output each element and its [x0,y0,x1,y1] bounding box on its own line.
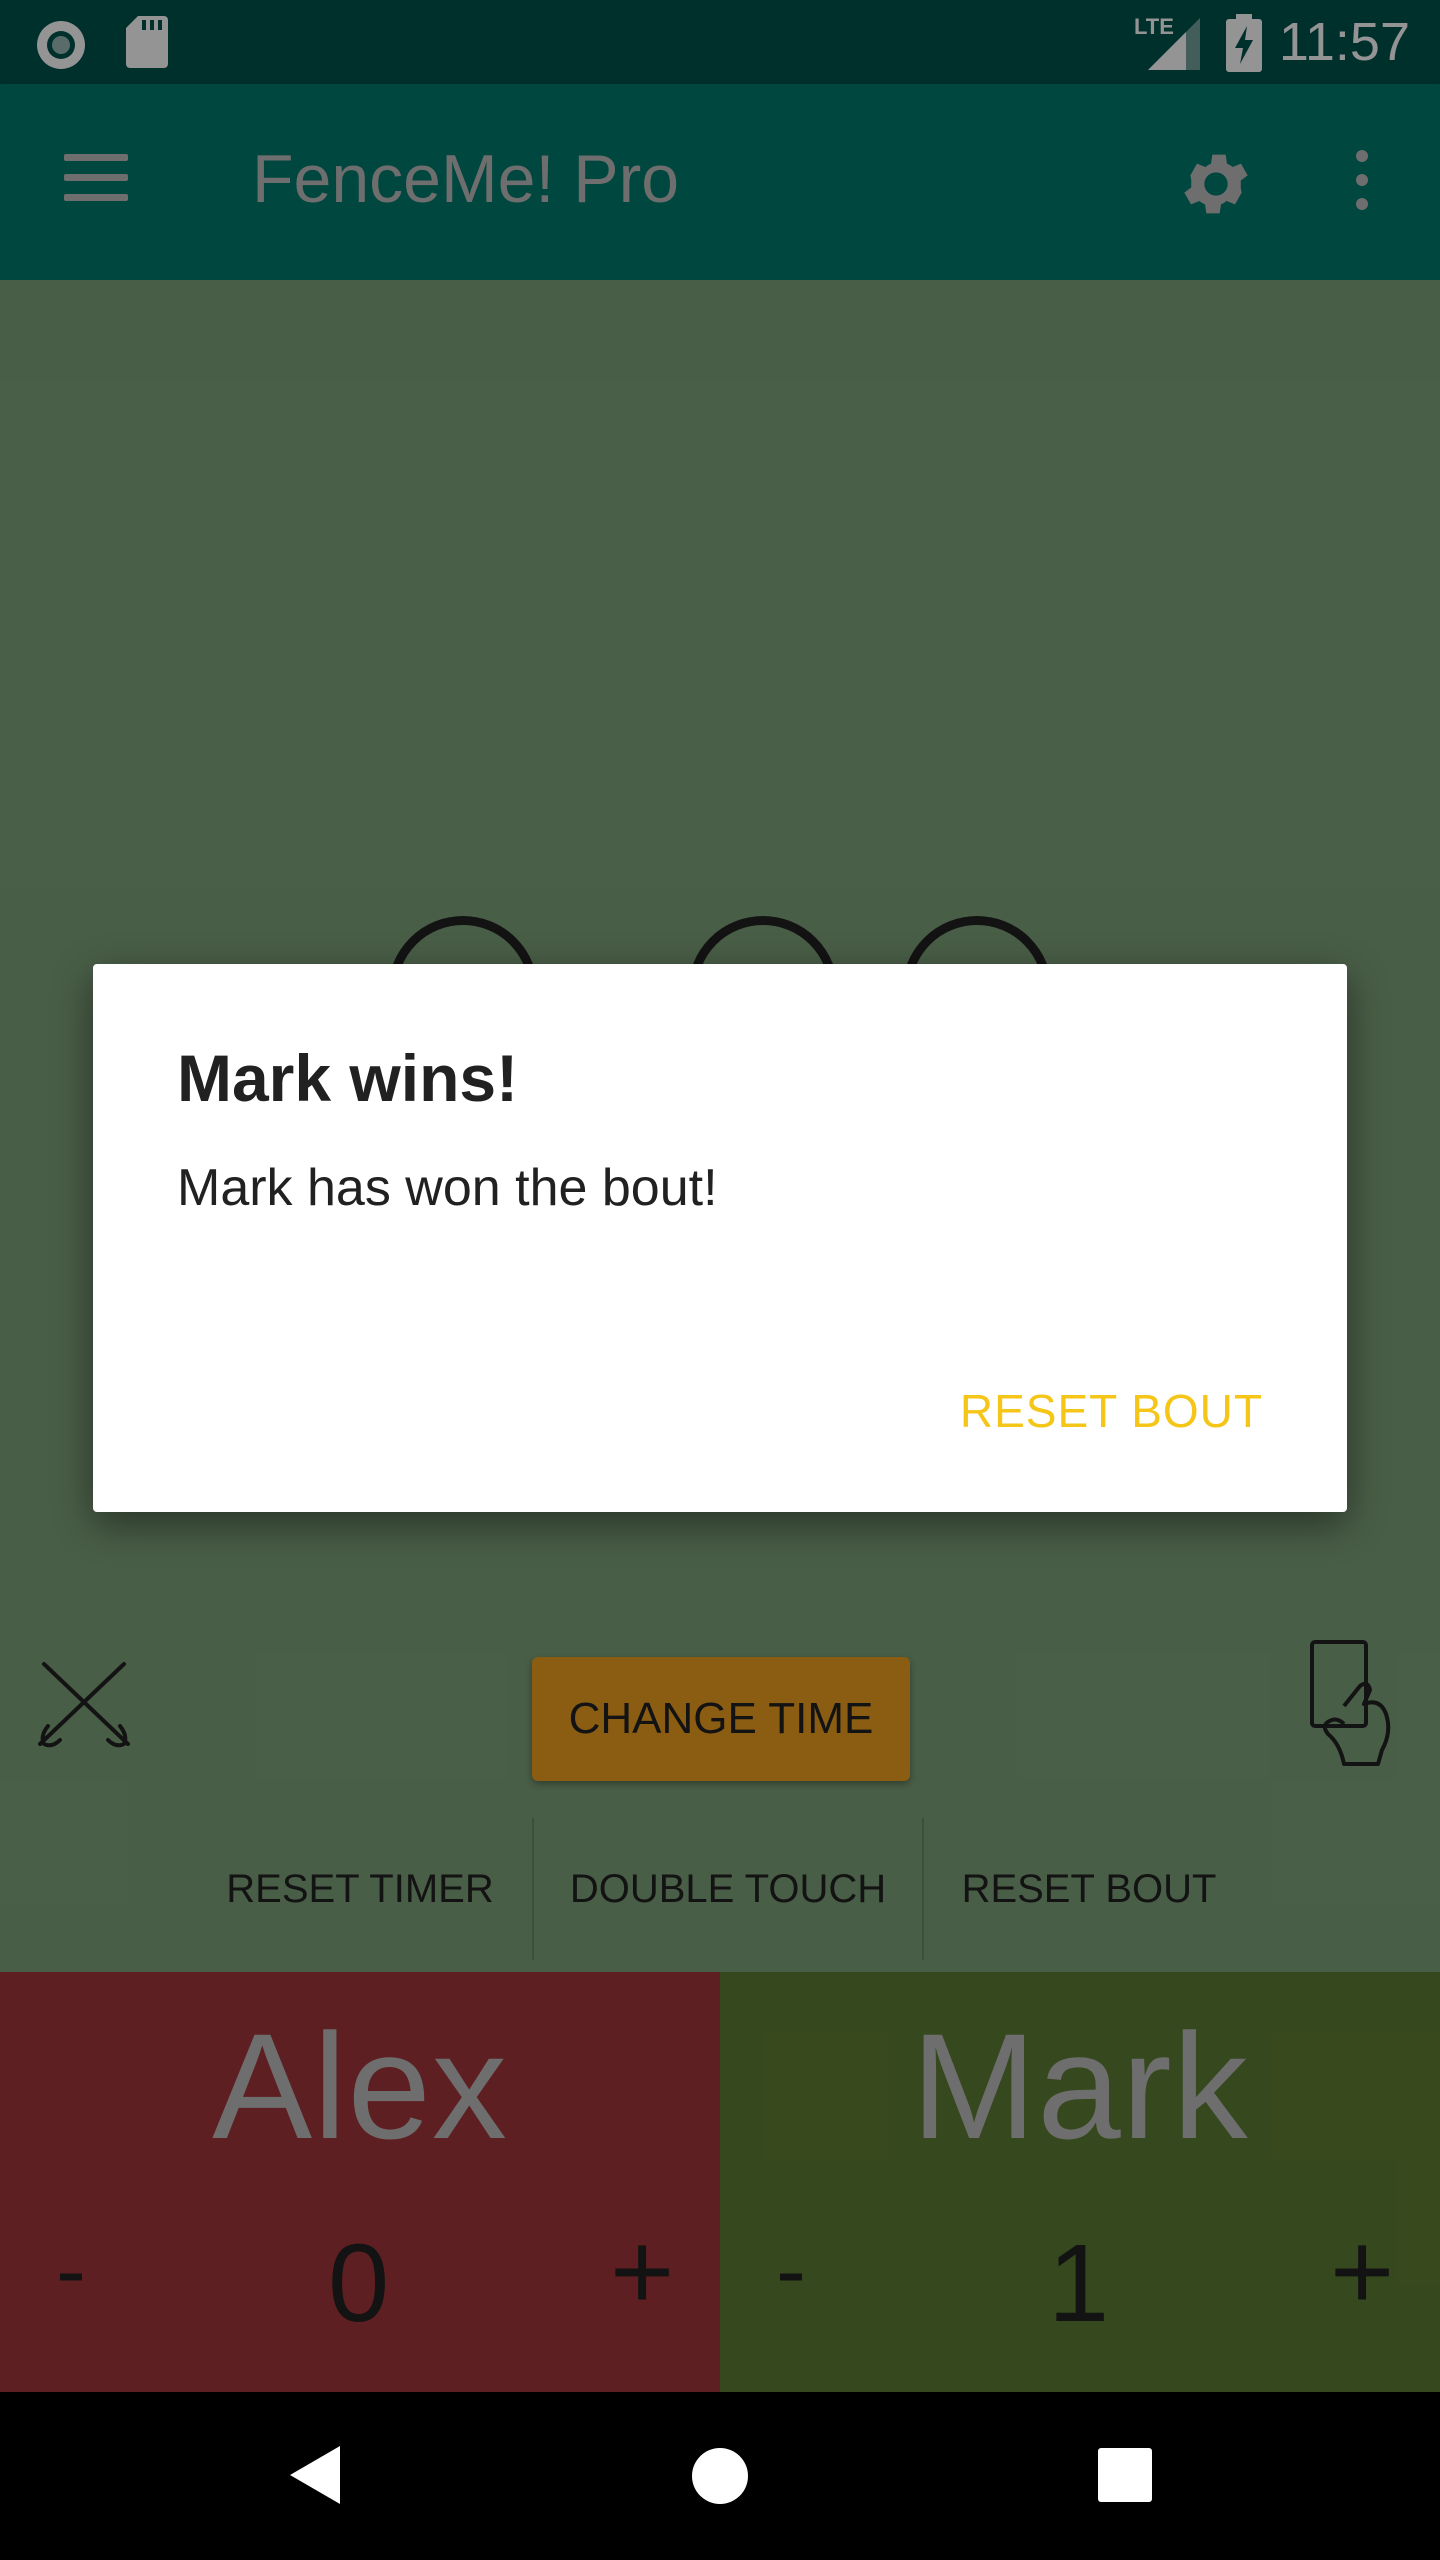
navigation-bar [0,2392,1440,2560]
winner-dialog: Mark wins! Mark has won the bout! RESET … [93,964,1347,1512]
back-icon[interactable] [286,2442,346,2508]
recents-icon[interactable] [1098,2448,1152,2502]
dialog-message: Mark has won the bout! [177,1159,718,1217]
dialog-reset-bout-button[interactable]: RESET BOUT [960,1384,1263,1438]
home-icon[interactable] [692,2448,748,2504]
dialog-title: Mark wins! [177,1041,519,1115]
